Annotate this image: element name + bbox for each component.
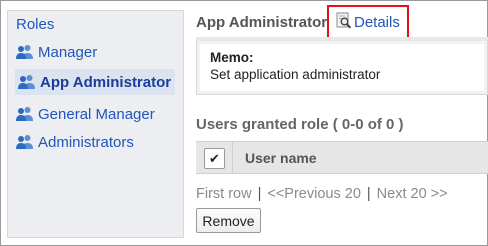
sidebar-item-label: General Manager [38,105,155,123]
users-table-header: ✔ User name [196,141,488,174]
pager-next: Next 20 >> [376,186,448,202]
sidebar-item-app-administrator[interactable]: App Administrator [15,69,176,95]
sidebar-item-general-manager[interactable]: General Manager [15,104,155,124]
pager-separator: | [366,186,371,202]
sidebar-item-label: Manager [38,43,98,61]
column-header-user-name[interactable]: User name [245,150,317,166]
sidebar-item-label: Administrators [38,133,134,151]
memo-panel: Memo: Set application administrator [196,37,488,95]
main-panel: App Administrator Details Memo: Set appl… [193,0,488,246]
memo-content: Memo: Set application administrator [200,44,484,91]
users-icon [17,74,37,90]
magnifier-document-icon [336,12,352,32]
sidebar-item-label: App Administrator [40,73,172,91]
pager-first-row: First row [196,186,252,202]
remove-button[interactable]: Remove [196,208,261,233]
pagination: First row | <<Previous 20 | Next 20 >> [196,186,448,202]
users-icon [15,134,35,150]
sidebar-item-manager[interactable]: Manager [15,42,97,62]
select-all-checkbox[interactable]: ✔ [204,148,225,169]
users-heading: Users granted role ( 0-0 of 0 ) [196,116,404,133]
details-link-label: Details [354,13,400,31]
sidebar-item-administrators[interactable]: Administrators [15,132,134,152]
users-icon [15,106,35,122]
memo-label: Memo: [210,50,254,65]
column-divider [232,142,233,173]
page-title: App Administrator [196,14,328,31]
pager-previous: <<Previous 20 [267,186,361,202]
details-link[interactable]: Details [327,5,409,39]
memo-text: Set application administrator [210,67,381,82]
roles-sidebar: Roles Manager App Administrator General … [7,10,184,238]
pager-separator: | [257,186,262,202]
users-icon [15,44,35,60]
sidebar-title[interactable]: Roles [16,16,54,33]
